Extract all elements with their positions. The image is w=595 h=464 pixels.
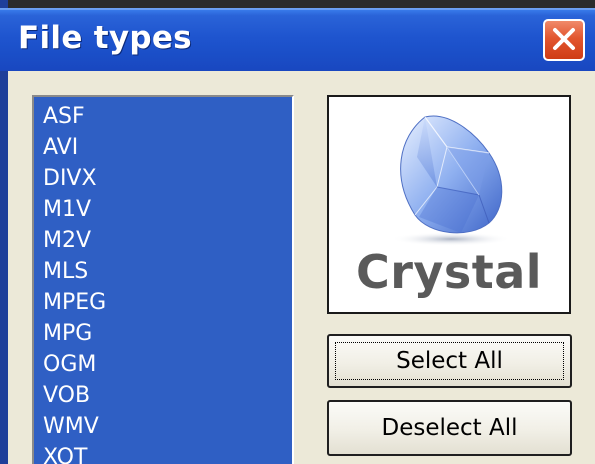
list-item[interactable]: MPEG [43,287,106,318]
list-item[interactable]: AVI [43,132,78,163]
list-item[interactable]: MLS [43,256,88,287]
select-all-button[interactable]: Select All [327,334,572,388]
list-item[interactable]: MPG [43,318,92,349]
window-title: File types [18,20,192,56]
list-item[interactable]: ASF [43,101,85,132]
close-button[interactable] [543,19,585,61]
crystal-logo-text: Crystal [355,245,543,299]
list-item[interactable]: WMV [43,411,99,442]
focus-rectangle [335,342,564,380]
crystal-gem-icon [391,115,511,246]
list-item[interactable]: M1V [43,194,91,225]
list-item[interactable]: VOB [43,380,90,411]
close-x-icon [553,28,575,50]
list-item[interactable]: XOT [43,442,87,464]
window-frame-top [0,0,595,8]
list-item[interactable]: OGM [43,349,96,380]
crystal-logo-panel: Crystal [327,95,571,314]
list-item[interactable]: DIVX [43,163,97,194]
title-bar[interactable]: File types [0,8,595,71]
list-item[interactable]: M2V [43,225,91,256]
deselect-all-button[interactable]: Deselect All [327,400,572,456]
file-type-list[interactable]: ASF AVI DIVX M1V M2V MLS MPEG MPG OGM VO… [32,95,294,464]
deselect-all-label: Deselect All [381,415,518,441]
